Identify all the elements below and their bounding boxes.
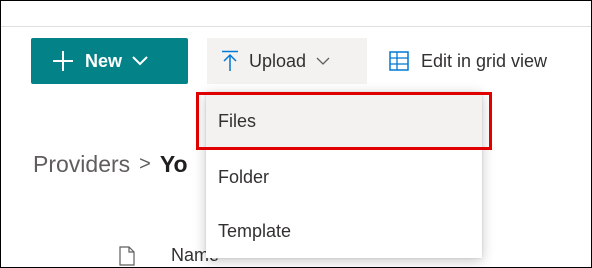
menu-item-label: Template <box>218 220 292 241</box>
chevron-down-icon <box>316 57 330 66</box>
upload-menu: Files Folder Template <box>206 92 482 258</box>
upload-button-label: Upload <box>249 50 307 71</box>
menu-item-label: Folder <box>218 166 270 187</box>
new-button[interactable]: New <box>31 38 188 84</box>
grid-icon <box>389 51 409 71</box>
app-frame: New Upload Edit in grid view Providers >… <box>0 0 592 268</box>
document-icon <box>119 245 135 266</box>
edit-grid-view-label: Edit in grid view <box>421 50 548 71</box>
menu-item-template[interactable]: Template <box>206 205 482 257</box>
plus-icon <box>53 51 73 71</box>
breadcrumb: Providers > Yo <box>33 151 188 178</box>
breadcrumb-current: Yo <box>159 151 188 177</box>
breadcrumb-separator: > <box>139 153 151 175</box>
chevron-down-icon <box>132 56 148 66</box>
edit-grid-view-button[interactable]: Edit in grid view <box>381 38 591 84</box>
upload-button[interactable]: Upload <box>207 38 367 84</box>
menu-item-label: Files <box>218 110 257 131</box>
divider <box>1 26 591 27</box>
breadcrumb-parent[interactable]: Providers <box>33 151 130 178</box>
menu-item-files[interactable]: Files <box>206 95 482 147</box>
new-button-label: New <box>85 50 123 71</box>
upload-arrow-icon <box>221 50 239 72</box>
menu-item-folder[interactable]: Folder <box>206 151 482 203</box>
file-list-header: Name <box>119 245 219 266</box>
